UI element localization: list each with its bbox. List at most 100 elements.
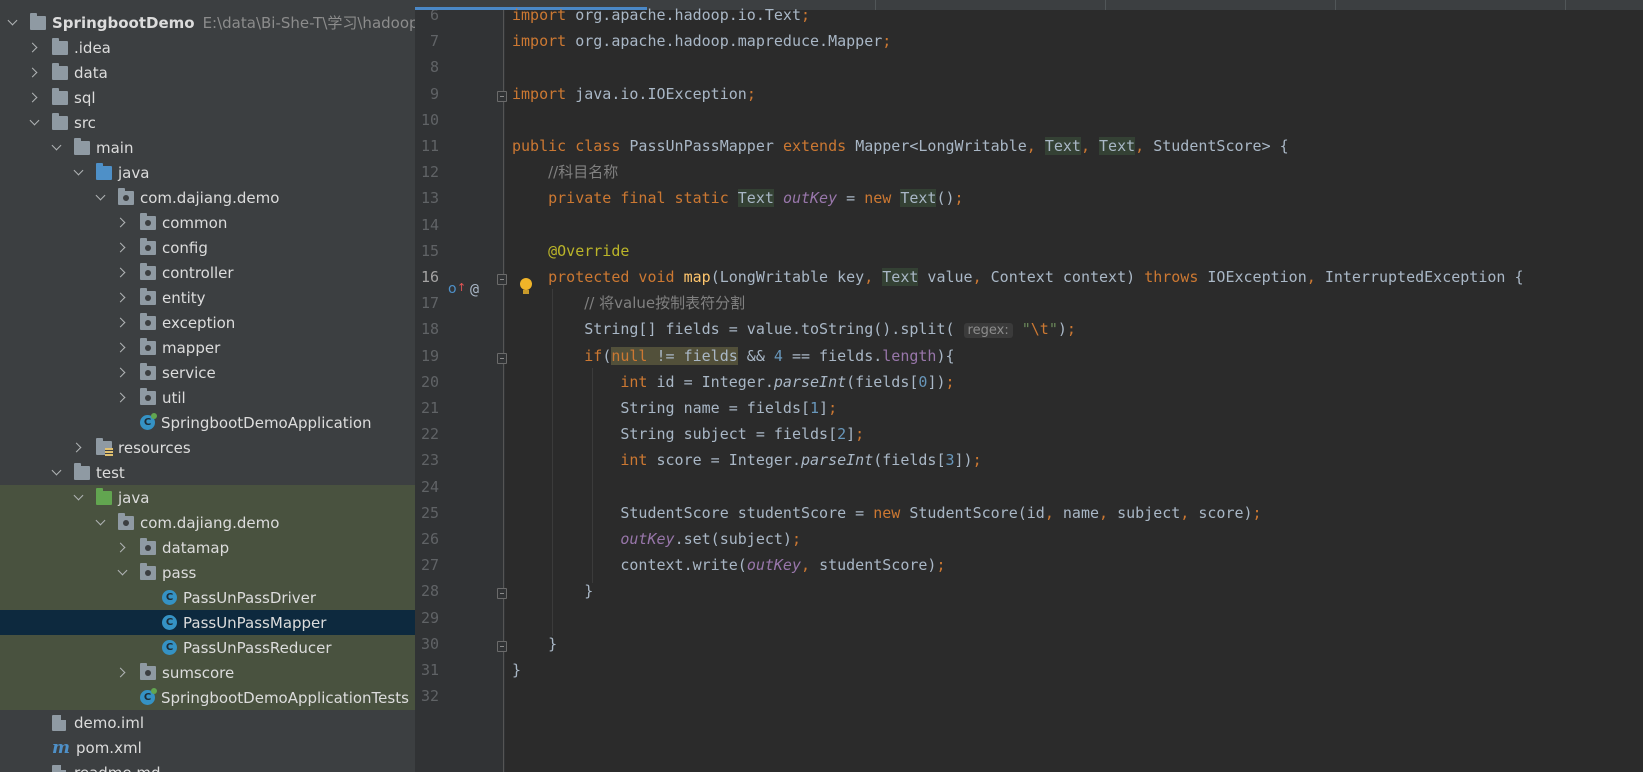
code-line[interactable]: } xyxy=(512,658,521,682)
tree-item[interactable]: java xyxy=(0,160,415,185)
tree-item[interactable]: C PassUnPassMapper xyxy=(0,610,415,635)
tree-item[interactable]: sumscore xyxy=(0,660,415,685)
code-line[interactable]: } xyxy=(512,579,593,603)
chevron-right-icon[interactable] xyxy=(116,266,130,280)
code-token: (LongWritable key xyxy=(710,268,865,286)
code-token: Context context) xyxy=(990,268,1145,286)
tree-item[interactable]: test xyxy=(0,460,415,485)
chevron-down-icon[interactable] xyxy=(72,491,86,505)
tree-item[interactable]: com.dajiang.demo xyxy=(0,510,415,535)
chevron-right-icon[interactable] xyxy=(116,216,130,230)
code-line[interactable]: // 将value按制表符分割 xyxy=(512,291,745,315)
chevron-down-icon[interactable] xyxy=(50,141,64,155)
tree-item-label: pass xyxy=(162,563,197,582)
tree-item-label: test xyxy=(96,463,125,482)
tree-item[interactable]: C SpringbootDemoApplication xyxy=(0,410,415,435)
code-line[interactable]: protected void map(LongWritable key, Tex… xyxy=(512,265,1524,289)
tree-item[interactable]: exception xyxy=(0,310,415,335)
tree-item[interactable]: C PassUnPassReducer xyxy=(0,635,415,660)
code-line[interactable]: int score = Integer.parseInt(fields[3]); xyxy=(512,448,981,472)
chevron-right-icon[interactable] xyxy=(116,541,130,555)
implements-method-icon[interactable]: o ↑ xyxy=(448,281,466,296)
code-line[interactable]: //科目名称 xyxy=(512,160,618,184)
tree-item[interactable]: resources xyxy=(0,435,415,460)
chevron-right-icon[interactable] xyxy=(116,341,130,355)
chevron-down-icon[interactable] xyxy=(28,116,42,130)
package-icon xyxy=(140,562,156,580)
chevron-right-icon[interactable] xyxy=(28,66,42,80)
chevron-right-icon[interactable] xyxy=(28,91,42,105)
tree-item[interactable]: com.dajiang.demo xyxy=(0,185,415,210)
line-number: 12 xyxy=(420,163,439,182)
tree-item[interactable]: readme.md xyxy=(0,760,415,772)
code-line[interactable]: private final static Text outKey = new T… xyxy=(512,186,964,210)
tree-item-label: PassUnPassMapper xyxy=(183,613,327,632)
package-icon xyxy=(140,337,156,355)
override-annotation-icon[interactable]: @ xyxy=(470,280,479,298)
code-line[interactable]: StudentScore studentScore = new StudentS… xyxy=(512,501,1261,525)
chevron-down-icon[interactable] xyxy=(94,191,108,205)
tree-item[interactable]: C SpringbootDemoApplicationTests xyxy=(0,685,415,710)
code-line[interactable]: @Override xyxy=(512,239,629,263)
code-line[interactable]: context.write(outKey, studentScore); xyxy=(512,553,945,577)
fold-marker-icon[interactable] xyxy=(497,274,507,285)
code-editor[interactable]: 6 7 8 9 10 11 12 13 14 15 16 17 18 19 20 21 22 23 24 25 26 27… xyxy=(415,0,1643,772)
code-line[interactable]: } xyxy=(512,632,557,656)
chevron-down-icon[interactable] xyxy=(94,516,108,530)
line-number: 31 xyxy=(420,661,439,679)
chevron-right-icon[interactable] xyxy=(116,391,130,405)
tree-item[interactable]: src xyxy=(0,110,415,135)
code-line[interactable]: int id = Integer.parseInt(fields[0]); xyxy=(512,370,954,394)
code-line[interactable]: String subject = fields[2]; xyxy=(512,422,864,446)
line-number: 11 xyxy=(420,137,439,155)
tree-item[interactable]: common xyxy=(0,210,415,235)
chevron-down-icon[interactable] xyxy=(6,16,20,30)
code-token: score = Integer. xyxy=(656,451,802,470)
package-icon xyxy=(140,312,156,330)
tree-item[interactable]: java xyxy=(0,485,415,510)
fold-marker-icon[interactable] xyxy=(497,640,507,652)
tree-item[interactable]: mapper xyxy=(0,335,415,360)
chevron-right-icon[interactable] xyxy=(116,666,130,680)
fold-marker-icon[interactable] xyxy=(497,352,507,364)
tree-item[interactable]: controller xyxy=(0,260,415,285)
chevron-right-icon[interactable] xyxy=(116,241,130,255)
tree-item[interactable]: .idea xyxy=(0,35,415,60)
tree-item[interactable]: datamap xyxy=(0,535,415,560)
chevron-right-icon[interactable] xyxy=(116,291,130,305)
tree-item[interactable]: main xyxy=(0,135,415,160)
tree-item[interactable]: service xyxy=(0,360,415,385)
tree-item[interactable]: m pom.xml xyxy=(0,735,415,760)
tree-item[interactable]: pass xyxy=(0,560,415,585)
code-token: .set(subject) xyxy=(674,530,792,548)
tree-row-root[interactable]: SpringbootDemo E:\data\Bi-She-T\学习\hadoo… xyxy=(0,10,415,35)
code-line[interactable]: import org.apache.hadoop.mapreduce.Mappe… xyxy=(512,29,891,53)
tree-item[interactable]: sql xyxy=(0,85,415,110)
tree-item[interactable]: entity xyxy=(0,285,415,310)
code-line[interactable]: if(null != fields && 4 == fields.length)… xyxy=(512,344,955,368)
code-line[interactable]: String name = fields[1]; xyxy=(512,396,837,420)
fold-marker-icon[interactable] xyxy=(497,588,507,600)
tree-item[interactable]: C PassUnPassDriver xyxy=(0,585,415,610)
chevron-right-icon[interactable] xyxy=(116,316,130,330)
code-line[interactable]: import org.apache.hadoop.io.Text; xyxy=(512,3,810,27)
chevron-right-icon[interactable] xyxy=(116,366,130,380)
tree-item[interactable]: data xyxy=(0,60,415,85)
code-token: int xyxy=(620,372,657,391)
chevron-right-icon[interactable] xyxy=(28,41,42,55)
tree-item[interactable]: config xyxy=(0,235,415,260)
folder-icon xyxy=(52,87,68,105)
code-token: " xyxy=(1048,320,1058,339)
code-line[interactable]: import java.io.IOException; xyxy=(512,82,756,106)
chevron-down-icon[interactable] xyxy=(116,566,130,580)
chevron-down-icon[interactable] xyxy=(50,466,64,480)
chevron-down-icon[interactable] xyxy=(72,166,86,180)
code-line[interactable]: String[] fields = value.toString().split… xyxy=(512,317,1076,341)
chevron-right-icon[interactable] xyxy=(72,441,86,455)
code-line[interactable]: outKey.set(subject); xyxy=(512,527,801,551)
fold-marker-icon[interactable] xyxy=(497,90,507,102)
tree-item[interactable]: demo.iml xyxy=(0,710,415,735)
code-token: outKey xyxy=(746,556,801,575)
code-line[interactable]: public class PassUnPassMapper extends Ma… xyxy=(512,134,1289,158)
tree-item[interactable]: util xyxy=(0,385,415,410)
